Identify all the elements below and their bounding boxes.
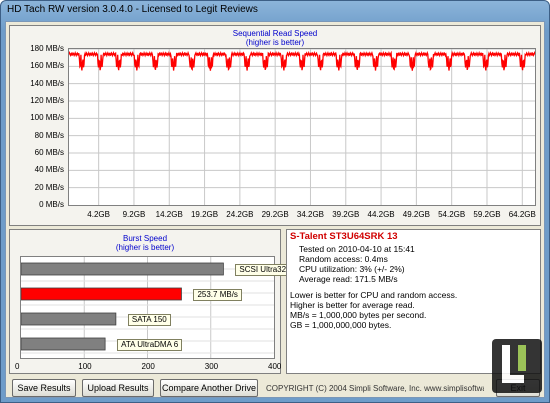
- sequential-y-tick: 40 MB/s: [34, 165, 64, 175]
- sequential-x-tick: 64.2GB: [508, 210, 536, 219]
- sequential-x-tick: 34.2GB: [296, 210, 325, 219]
- sequential-x-tick: 39.2GB: [332, 210, 360, 219]
- app-window: HD Tach RW version 3.0.4.0 - Licensed to…: [0, 0, 550, 403]
- compare-drive-button[interactable]: Compare Another Drive: [160, 379, 258, 397]
- sequential-y-tick: 60 MB/s: [34, 148, 64, 157]
- legit-reviews-logo: [492, 339, 542, 393]
- window-title: HD Tach RW version 3.0.4.0 - Licensed to…: [7, 4, 258, 15]
- note-lower-better: Lower is better for CPU and random acces…: [290, 290, 458, 300]
- sequential-y-tick: 20 MB/s: [34, 182, 64, 192]
- burst-title: Burst Speed: [122, 234, 168, 243]
- burst-panel: Burst Speed (higher is better) SCSI Ultr…: [9, 229, 295, 374]
- burst-subtitle: (higher is better): [115, 243, 175, 252]
- sequential-y-tick: 80 MB/s: [34, 130, 64, 140]
- logo-icon: [502, 345, 526, 383]
- sequential-x-tick: 54.2GB: [438, 210, 466, 219]
- burst-x-tick: 300: [204, 362, 219, 371]
- sequential-y-tick: 120 MB/s: [30, 96, 64, 105]
- note-higher-better: Higher is better for average read.: [290, 300, 415, 310]
- average-read: Average read: 171.5 MB/s: [299, 274, 398, 284]
- sequential-title: Sequential Read Speed: [232, 29, 318, 38]
- sequential-y-tick: 140 MB/s: [30, 78, 64, 88]
- burst-x-tick: 400: [268, 362, 282, 371]
- client-area: Sequential Read Speed (higher is better)…: [5, 21, 545, 398]
- drive-name: S-Talent ST3U64SRK 13: [290, 231, 398, 242]
- sequential-y-tick: 100 MB/s: [30, 113, 64, 123]
- burst-x-tick: 200: [141, 362, 155, 371]
- copyright-text: COPYRIGHT (C) 2004 Simpli Software, Inc.…: [266, 384, 484, 393]
- sequential-y-tick: 180 MB/s: [30, 44, 64, 53]
- cpu-utilization: CPU utilization: 3% (+/- 2%): [299, 264, 405, 274]
- sequential-plot: [68, 48, 536, 206]
- save-results-button[interactable]: Save Results: [12, 379, 76, 397]
- note-gb: GB = 1,000,000,000 bytes.: [290, 320, 392, 330]
- sequential-x-tick: 49.2GB: [402, 210, 430, 219]
- burst-x-tick: 0: [15, 362, 20, 371]
- burst-bar: [21, 287, 182, 301]
- burst-bar: [21, 262, 224, 276]
- sequential-x-tick: 29.2GB: [261, 210, 289, 219]
- sequential-x-tick: 24.2GB: [226, 210, 254, 219]
- burst-bar: [21, 312, 117, 326]
- sequential-x-tick: 19.2GB: [190, 210, 219, 219]
- sequential-panel: Sequential Read Speed (higher is better)…: [9, 25, 541, 226]
- sequential-x-tick: 9.2GB: [122, 210, 146, 219]
- sequential-y-tick: 0 MB/s: [39, 200, 64, 209]
- sequential-x-tick: 4.2GB: [87, 210, 110, 219]
- burst-bar-label: SATA 150: [127, 314, 171, 326]
- burst-bar: [21, 337, 106, 351]
- tested-date: Tested on 2010-04-10 at 15:41: [299, 244, 415, 254]
- sequential-y-tick: 160 MB/s: [30, 61, 64, 71]
- burst-plot: SCSI Ultra320 253.7 MB/s SATA 150 ATA Ultra…: [20, 256, 295, 359]
- burst-bar-label: 253.7 MB/s: [193, 289, 242, 301]
- sequential-x-tick: 44.2GB: [367, 210, 395, 219]
- sequential-chart: [69, 49, 535, 205]
- sequential-x-tick: 14.2GB: [155, 210, 183, 219]
- sequential-x-tick: 59.2GB: [473, 210, 501, 219]
- sequential-subtitle: (higher is better): [245, 38, 305, 47]
- upload-results-button[interactable]: Upload Results: [82, 379, 154, 397]
- burst-bar-label: ATA UltraDMA 6: [117, 339, 183, 351]
- burst-x-tick: 100: [78, 362, 92, 371]
- read-speed-series: [69, 50, 535, 72]
- note-mbs: MB/s = 1,000,000 bytes per second.: [290, 310, 427, 320]
- random-access: Random access: 0.4ms: [299, 254, 388, 264]
